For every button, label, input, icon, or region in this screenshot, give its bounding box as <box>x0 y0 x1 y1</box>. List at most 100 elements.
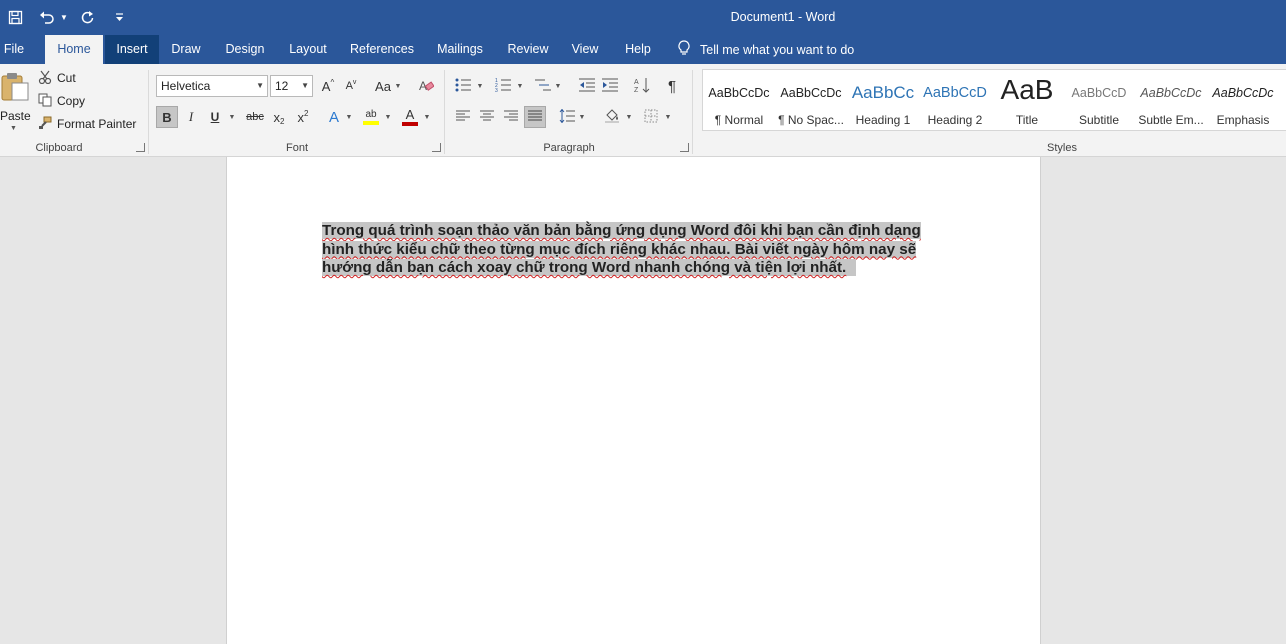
style-emphasis[interactable]: AaBbCcDc Emphasis <box>1207 70 1279 130</box>
align-center-button[interactable] <box>476 106 498 128</box>
show-hide-marks-button[interactable]: ¶ <box>661 75 683 97</box>
font-color-icon: A <box>405 107 415 122</box>
text-effects-button[interactable]: A <box>323 106 345 128</box>
bold-button[interactable]: B <box>156 106 178 128</box>
style-name: ¶ No Spac... <box>778 113 844 127</box>
selected-text[interactable]: Trong quá trình soạn thảo văn bản bằng ứ… <box>322 222 921 276</box>
font-launcher-icon[interactable] <box>432 143 441 152</box>
sort-button[interactable]: AZ <box>631 75 653 97</box>
change-case-button[interactable]: Aa <box>370 75 396 97</box>
clipboard-launcher-icon[interactable] <box>136 143 145 152</box>
shrink-font-button[interactable]: Av <box>340 75 362 97</box>
chevron-down-icon[interactable]: ▼ <box>476 75 484 97</box>
format-painter-button[interactable]: Format Painter <box>38 114 136 134</box>
line-spacing-button[interactable] <box>556 106 578 128</box>
numbering-button[interactable]: 123 <box>492 75 514 97</box>
redo-icon[interactable] <box>76 6 98 28</box>
copy-button[interactable]: Copy <box>38 91 85 111</box>
chevron-down-icon[interactable]: ▼ <box>516 75 524 97</box>
borders-button[interactable] <box>640 106 662 128</box>
tab-view[interactable]: View <box>566 35 604 64</box>
tell-me-search[interactable]: Tell me what you want to do <box>678 35 854 64</box>
font-family-select[interactable]: Helvetica ▼ <box>156 75 268 97</box>
svg-text:A: A <box>634 79 639 86</box>
underline-button[interactable]: U <box>204 106 226 128</box>
style-preview: AaBbCcD <box>923 85 987 101</box>
multilevel-list-button[interactable] <box>532 75 554 97</box>
font-size-select[interactable]: 12 ▼ <box>270 75 313 97</box>
document-paragraph[interactable]: Trong quá trình soạn thảo văn bản bằng ứ… <box>322 222 952 278</box>
style-normal[interactable]: AaBbCcDc ¶ Normal <box>703 70 775 130</box>
chevron-down-icon[interactable]: ▼ <box>423 106 431 128</box>
tab-references[interactable]: References <box>346 35 418 64</box>
chevron-down-icon[interactable]: ▼ <box>345 106 353 128</box>
customize-qat-icon[interactable] <box>108 6 130 28</box>
grow-font-button[interactable]: A ^ <box>317 75 339 97</box>
style-preview: AaB <box>1000 75 1054 105</box>
style-heading-2[interactable]: AaBbCcD Heading 2 <box>919 70 991 130</box>
group-divider <box>692 70 693 154</box>
tab-review[interactable]: Review <box>503 35 553 64</box>
tab-file[interactable]: File <box>0 35 28 64</box>
justify-button[interactable] <box>524 106 546 128</box>
align-right-icon <box>504 110 518 125</box>
subscript-button[interactable]: x2 <box>268 106 290 128</box>
style-subtitle[interactable]: AaBbCcD Subtitle <box>1063 70 1135 130</box>
svg-text:3: 3 <box>495 88 498 92</box>
tab-layout[interactable]: Layout <box>283 35 333 64</box>
increase-indent-button[interactable] <box>599 75 621 97</box>
clear-formatting-button[interactable]: A <box>415 75 437 97</box>
style-subtle-emphasis[interactable]: AaBbCcDc Subtle Em... <box>1135 70 1207 130</box>
tab-help[interactable]: Help <box>619 35 657 64</box>
style-heading-1[interactable]: AaBbCc Heading 1 <box>847 70 919 130</box>
style-title[interactable]: AaB Title <box>991 70 1063 130</box>
chevron-down-icon[interactable]: ▼ <box>384 106 392 128</box>
superscript-button[interactable]: x2 <box>292 106 314 128</box>
underline-icon: U <box>210 110 220 124</box>
undo-icon[interactable] <box>36 6 58 28</box>
chevron-down-icon[interactable]: ▼ <box>394 75 402 97</box>
font-group: Helvetica ▼ 12 ▼ A ^ Av Aa ▼ A B I U ▼ a… <box>150 64 444 156</box>
chevron-down-icon[interactable]: ▼ <box>578 106 586 128</box>
multilevel-list-icon <box>535 78 551 95</box>
quick-access-toolbar: ▼ <box>4 6 130 28</box>
grow-font-icon: A <box>321 78 331 94</box>
tab-home[interactable]: Home <box>45 35 103 64</box>
style-no-spacing[interactable]: AaBbCcDc ¶ No Spac... <box>775 70 847 130</box>
paragraph-launcher-icon[interactable] <box>680 143 689 152</box>
paintbrush-icon <box>38 116 52 133</box>
ribbon: Paste ▼ Cut Copy Format Painter Clipboar… <box>0 64 1286 157</box>
italic-button[interactable]: I <box>180 106 202 128</box>
document-page[interactable]: Trong quá trình soạn thảo văn bản bằng ứ… <box>226 157 1041 644</box>
style-preview: AaBbCcDc <box>1140 86 1202 100</box>
ribbon-tabs: File Home Insert Draw Design Layout Refe… <box>0 35 1286 64</box>
cut-button[interactable]: Cut <box>38 68 76 88</box>
align-right-button[interactable] <box>500 106 522 128</box>
strikethrough-button[interactable]: abc <box>244 106 266 128</box>
style-name: Emphasis <box>1216 113 1270 127</box>
chevron-down-icon[interactable]: ▼ <box>228 106 236 128</box>
highlight-button[interactable]: ab <box>360 106 382 128</box>
tab-draw[interactable]: Draw <box>166 35 206 64</box>
style-name: Heading 2 <box>927 113 983 127</box>
paint-bucket-icon <box>604 108 620 126</box>
borders-icon <box>644 109 658 126</box>
shading-button[interactable] <box>601 106 623 128</box>
tab-design[interactable]: Design <box>220 35 270 64</box>
bullets-button[interactable] <box>452 75 474 97</box>
style-preview: AaBbCcDc <box>708 86 770 100</box>
chevron-down-icon[interactable]: ▼ <box>554 75 562 97</box>
font-color-button[interactable]: A <box>399 106 421 128</box>
tab-insert[interactable]: Insert <box>105 35 159 64</box>
format-painter-label: Format Painter <box>57 117 137 131</box>
chevron-down-icon[interactable]: ▼ <box>664 106 672 128</box>
align-left-button[interactable] <box>452 106 474 128</box>
chevron-down-icon[interactable]: ▼ <box>625 106 633 128</box>
save-icon[interactable] <box>4 6 26 28</box>
decrease-indent-button[interactable] <box>576 75 598 97</box>
undo-dropdown-icon[interactable]: ▼ <box>60 6 68 28</box>
document-area: Trong quá trình soạn thảo văn bản bằng ứ… <box>0 157 1286 644</box>
paste-button[interactable]: Paste ▼ <box>0 68 31 134</box>
tab-mailings[interactable]: Mailings <box>431 35 489 64</box>
copy-icon <box>38 93 52 110</box>
